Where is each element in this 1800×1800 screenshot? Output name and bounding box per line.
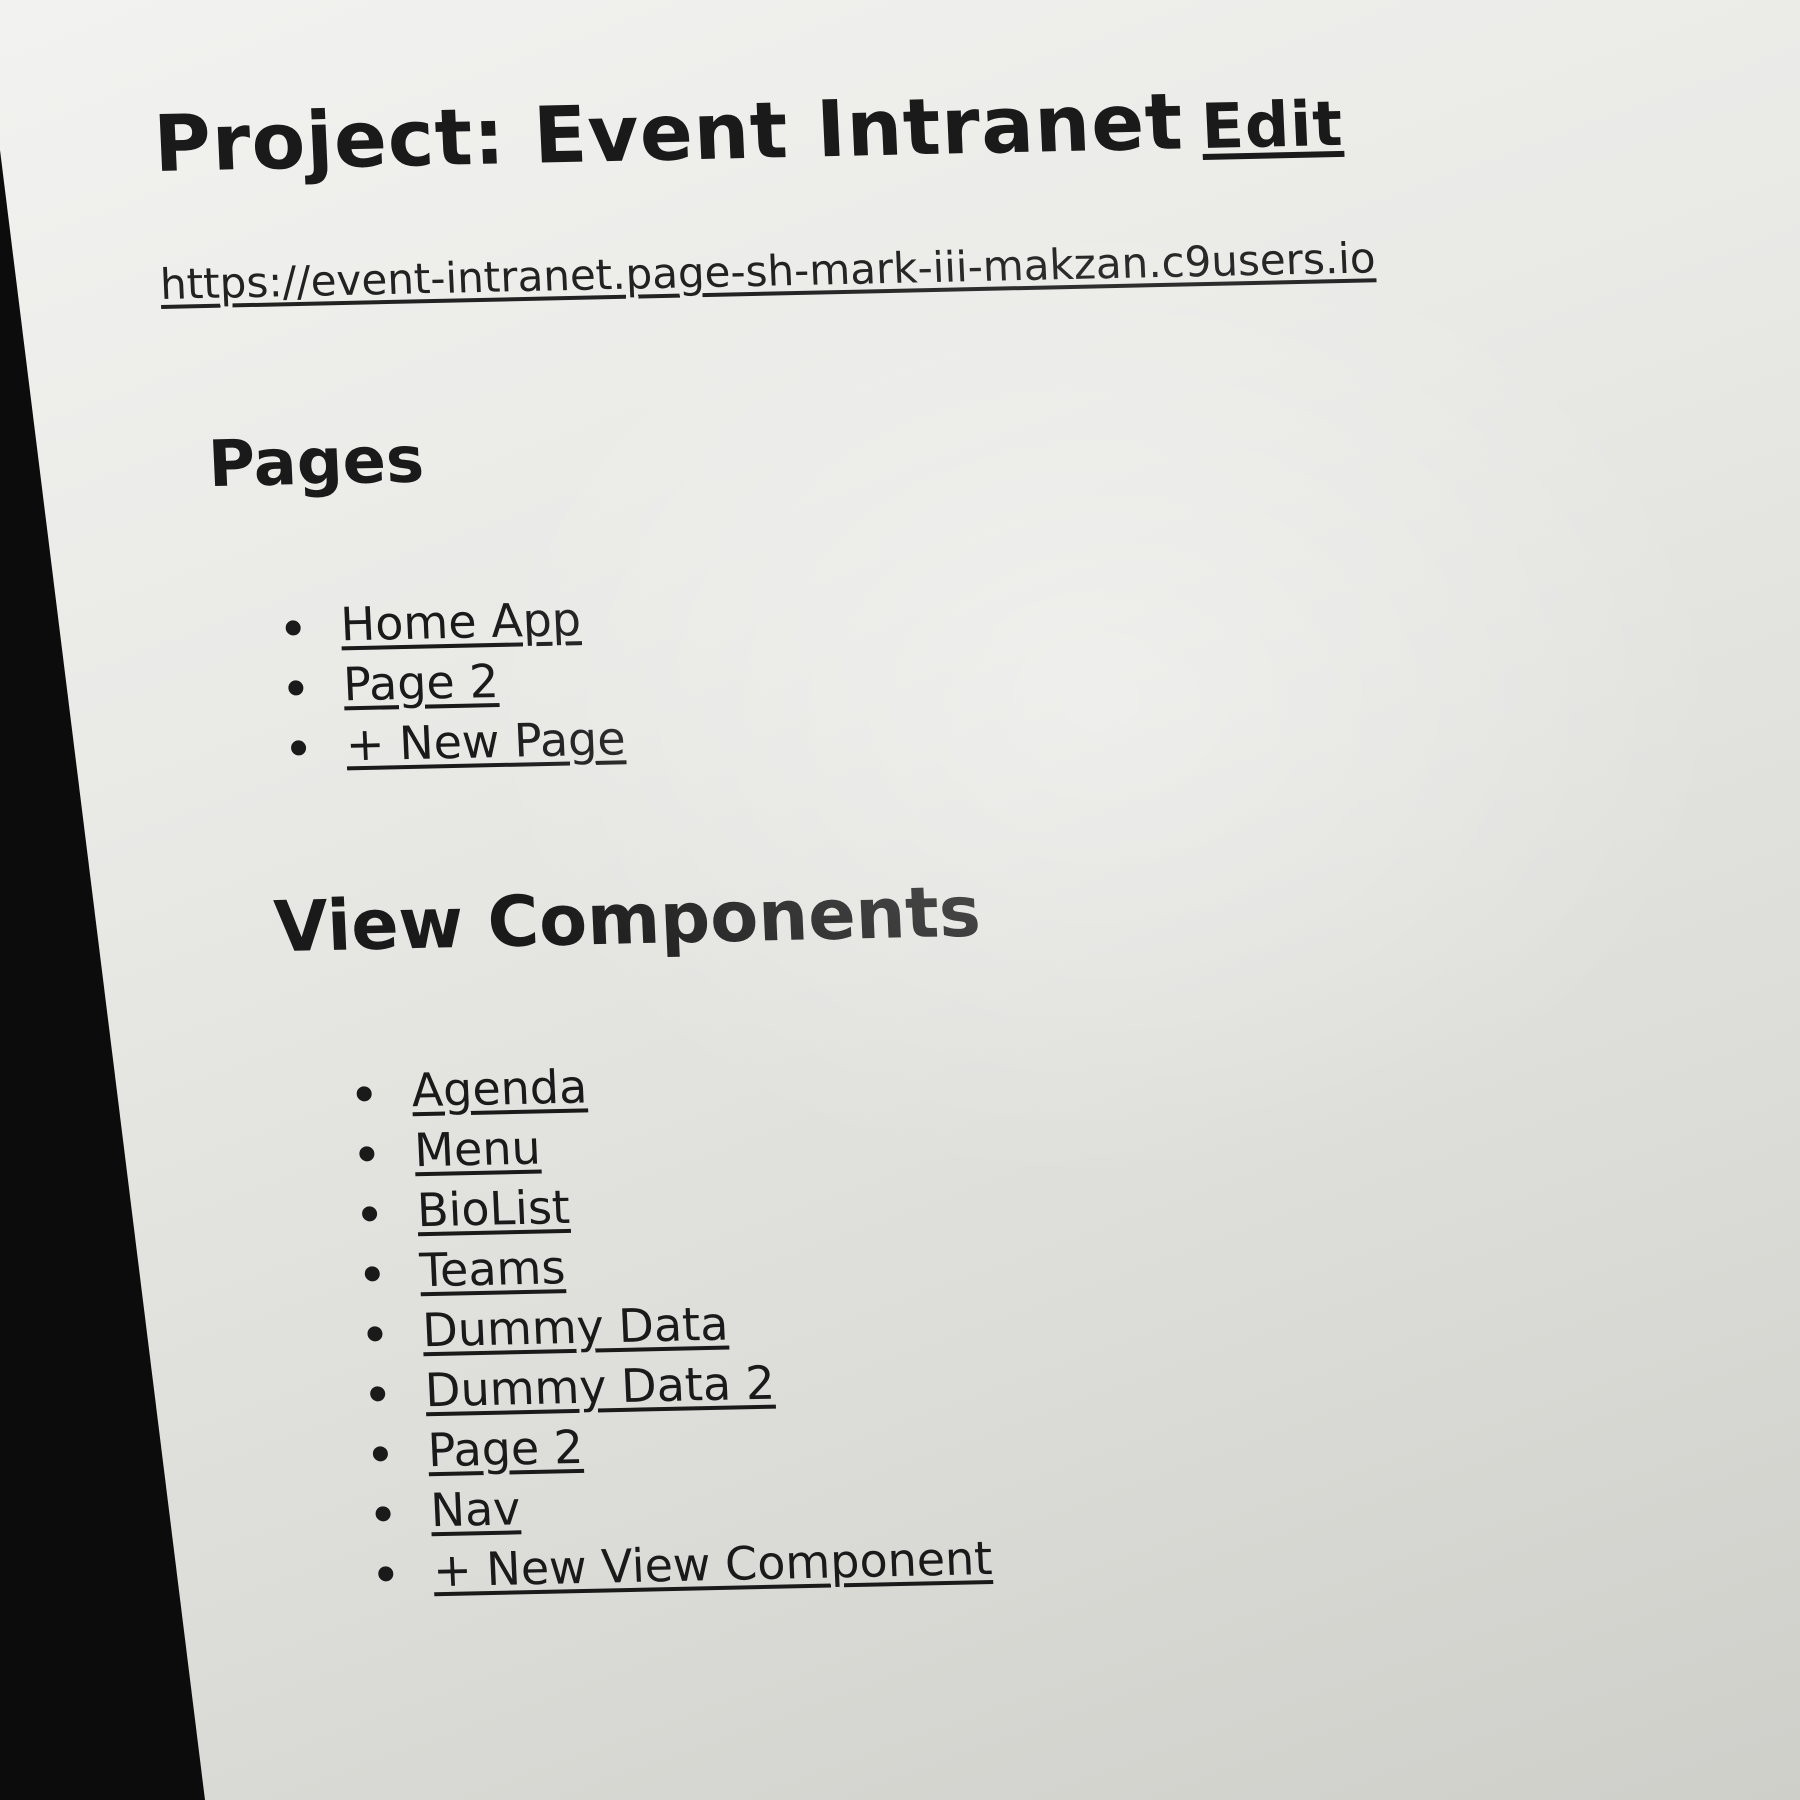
bullet — [361, 1206, 378, 1222]
view-components-list: Agenda Menu BioList Teams Dummy Data Dum… — [355, 1032, 1719, 1601]
bullet — [367, 1326, 383, 1342]
bullet — [356, 1086, 373, 1102]
component-link-page-2[interactable]: Page 2 — [427, 1420, 585, 1477]
project-title: Project: Event Intranet — [151, 77, 1186, 190]
component-link-dummy-data-2[interactable]: Dummy Data 2 — [424, 1356, 776, 1418]
new-view-component-link[interactable]: + New View Component — [432, 1531, 993, 1597]
bullet — [375, 1506, 391, 1522]
bullet — [364, 1266, 381, 1282]
page-title: Project: Event Intranet Edit — [152, 67, 1656, 190]
page-content: Project: Event Intranet Edit https://even… — [150, 27, 1724, 1710]
bullet — [290, 740, 307, 756]
bullet — [372, 1446, 389, 1462]
page-link-page-2[interactable]: Page 2 — [342, 654, 500, 711]
new-page-link[interactable]: + New Page — [345, 711, 627, 771]
bullet — [369, 1386, 386, 1402]
bullet — [285, 620, 302, 636]
bullet — [359, 1146, 375, 1162]
component-link-dummy-data[interactable]: Dummy Data — [421, 1297, 729, 1358]
component-link-biolist[interactable]: BioList — [416, 1180, 571, 1237]
component-link-teams[interactable]: Teams — [418, 1240, 566, 1297]
page-link-home-app[interactable]: Home App — [339, 592, 582, 651]
component-link-agenda[interactable]: Agenda — [410, 1059, 588, 1117]
pages-list: Home App Page 2 + New Page — [284, 565, 1682, 776]
view-components-heading: View Components — [272, 870, 983, 969]
bullet — [288, 680, 304, 696]
project-url-link[interactable]: https://event-intranet.page-sh-mark-iii-… — [159, 233, 1377, 309]
screen: Project: Event Intranet Edit https://even… — [0, 0, 1800, 1800]
bullet — [377, 1566, 394, 1582]
edit-link[interactable]: Edit — [1200, 87, 1345, 163]
pages-heading: Pages — [206, 423, 426, 503]
component-link-menu[interactable]: Menu — [413, 1120, 542, 1177]
component-link-nav[interactable]: Nav — [429, 1481, 521, 1537]
